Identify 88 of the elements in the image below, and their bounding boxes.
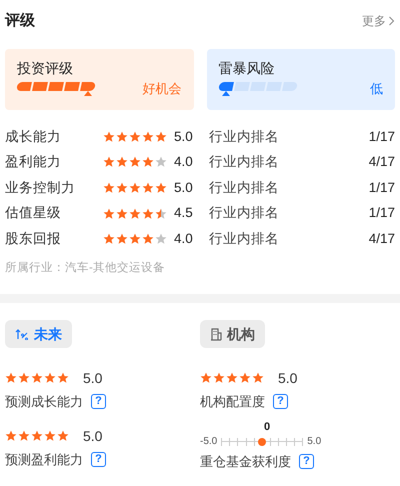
rank-label: 行业内排名 bbox=[209, 230, 279, 248]
star-icon bbox=[142, 156, 154, 168]
star-icon bbox=[142, 130, 154, 143]
star-icon bbox=[155, 233, 167, 246]
star-icon bbox=[129, 208, 141, 220]
help-icon[interactable]: ? bbox=[273, 394, 288, 410]
star-icon bbox=[44, 430, 56, 442]
rank: 4/17 bbox=[368, 230, 395, 248]
star-icon bbox=[116, 208, 128, 220]
star-icon bbox=[129, 233, 141, 246]
star-icon bbox=[142, 208, 154, 220]
star-icon bbox=[31, 372, 43, 384]
card-verdict: 好机会 bbox=[142, 80, 182, 98]
star-icon bbox=[103, 233, 115, 246]
score: 5.0 bbox=[278, 368, 298, 388]
scale-min: -5.0 bbox=[200, 435, 218, 450]
card-verdict: 低 bbox=[370, 80, 383, 98]
star-icon bbox=[103, 182, 115, 194]
star-icon bbox=[239, 372, 251, 384]
metric-label: 预测成长能力 bbox=[5, 393, 83, 412]
star-icon bbox=[18, 372, 30, 384]
rank-label: 行业内排名 bbox=[209, 153, 279, 172]
pointer-icon bbox=[84, 91, 92, 96]
trend-percent-icon bbox=[15, 328, 29, 340]
building-icon bbox=[210, 328, 222, 341]
marker-text: 0 bbox=[264, 420, 270, 434]
star-icon bbox=[129, 182, 141, 194]
scale-max: 5.0 bbox=[307, 435, 322, 450]
metric-label: 预测盈利能力 bbox=[5, 451, 83, 470]
star-icon bbox=[103, 156, 115, 168]
star-icon bbox=[31, 430, 43, 442]
pointer-icon bbox=[222, 91, 230, 96]
help-icon[interactable]: ? bbox=[299, 454, 314, 470]
metric-label: 机构配置度 bbox=[200, 393, 265, 412]
star-icon bbox=[142, 182, 154, 194]
star-icon bbox=[103, 208, 115, 220]
rating-name: 业务控制力 bbox=[5, 178, 76, 197]
star-icon bbox=[155, 156, 167, 168]
score: 4.0 bbox=[174, 230, 194, 248]
star-icon bbox=[5, 430, 17, 442]
section-title: 评级 bbox=[5, 10, 35, 31]
rank: 1/17 bbox=[368, 178, 395, 197]
star-icon bbox=[116, 182, 128, 194]
star-icon bbox=[129, 156, 141, 168]
star-icon bbox=[155, 130, 167, 143]
star-icon bbox=[155, 182, 167, 194]
card-title: 雷暴风险 bbox=[218, 59, 276, 78]
star-icon bbox=[116, 233, 128, 246]
help-icon[interactable]: ? bbox=[91, 394, 106, 410]
star-icon bbox=[200, 372, 212, 384]
star-icon bbox=[116, 156, 128, 168]
help-icon[interactable]: ? bbox=[91, 452, 106, 468]
score: 5.0 bbox=[174, 128, 194, 146]
star-icon bbox=[155, 208, 167, 220]
chevron-right-icon bbox=[388, 16, 395, 26]
more-link[interactable]: 更多 bbox=[362, 12, 395, 30]
star-icon bbox=[142, 233, 154, 246]
star-icon bbox=[252, 372, 264, 384]
rank-label: 行业内排名 bbox=[209, 178, 279, 197]
star-icon bbox=[103, 130, 115, 143]
rank-label: 行业内排名 bbox=[209, 128, 279, 146]
score: 4.0 bbox=[174, 153, 194, 172]
rating-name: 估值星级 bbox=[5, 204, 62, 222]
star-icon bbox=[129, 130, 141, 143]
card-title: 投资评级 bbox=[17, 59, 74, 78]
rank: 4/17 bbox=[368, 153, 395, 172]
score: 5.0 bbox=[83, 426, 102, 446]
rating-name: 成长能力 bbox=[5, 128, 62, 146]
star-icon bbox=[213, 372, 225, 384]
section-tab[interactable]: 机构 bbox=[200, 320, 265, 348]
rank: 1/17 bbox=[368, 204, 395, 222]
star-icon bbox=[57, 372, 69, 384]
rank: 1/17 bbox=[368, 128, 395, 146]
star-icon bbox=[5, 372, 17, 384]
star-icon bbox=[226, 372, 238, 384]
industry-text: 所属行业：汽车-其他交运设备 bbox=[5, 260, 166, 276]
metric-label: 重仓基金获利度 bbox=[200, 453, 291, 472]
score: 5.0 bbox=[83, 368, 102, 388]
rating-name: 股东回报 bbox=[5, 230, 62, 248]
star-icon bbox=[44, 372, 56, 384]
rank-label: 行业内排名 bbox=[209, 204, 279, 222]
rating-name: 盈利能力 bbox=[5, 153, 62, 172]
star-icon bbox=[116, 130, 128, 143]
score: 4.5 bbox=[174, 204, 194, 222]
star-icon bbox=[57, 430, 69, 442]
star-icon bbox=[18, 430, 30, 442]
section-tab[interactable]: 未来 bbox=[5, 320, 72, 348]
score: 5.0 bbox=[174, 178, 194, 197]
